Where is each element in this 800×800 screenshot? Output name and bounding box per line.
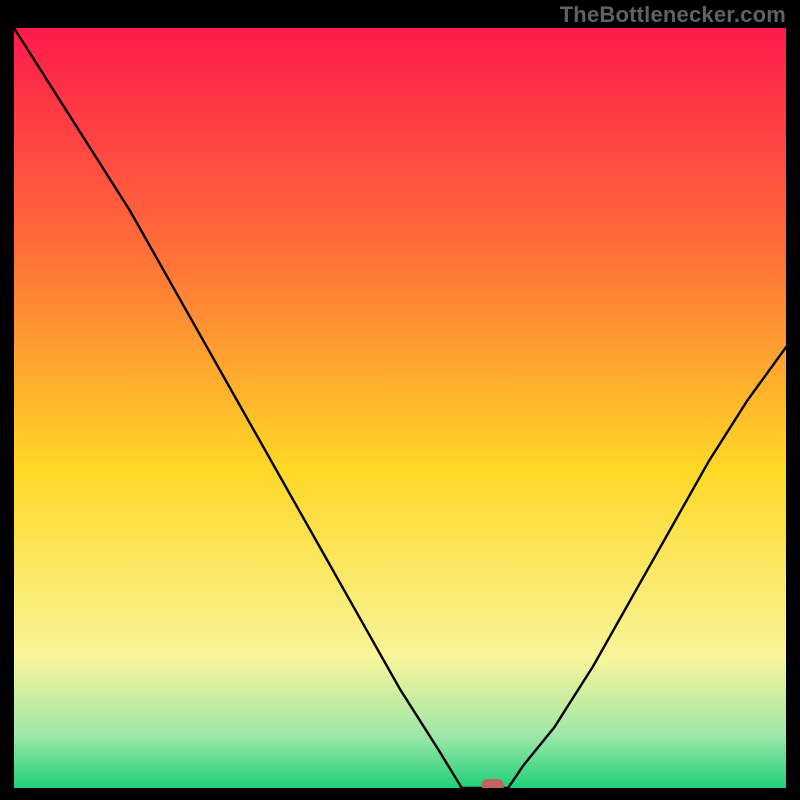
- gradient-background: [14, 28, 786, 788]
- plot-area: [14, 28, 786, 788]
- optimal-marker: [482, 779, 504, 788]
- watermark-text: TheBottlenecker.com: [560, 2, 786, 28]
- chart-frame: TheBottlenecker.com: [0, 0, 800, 800]
- bottleneck-chart: [14, 28, 786, 788]
